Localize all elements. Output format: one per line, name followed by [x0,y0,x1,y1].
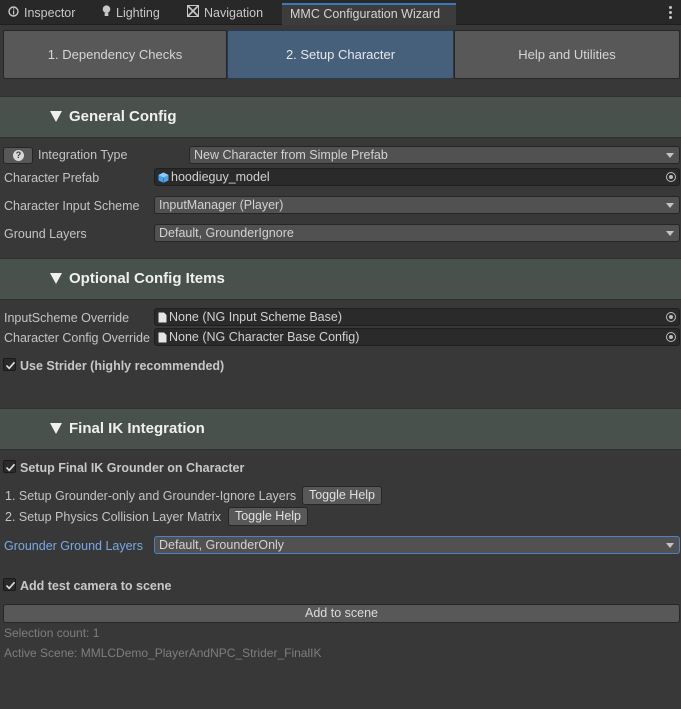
input-scheme-override-field[interactable]: None (NG Input Scheme Base) [154,308,680,326]
tab-lighting[interactable]: Lighting [102,3,160,25]
tab-inspector[interactable]: Inspector [8,3,75,25]
checkmark-icon [5,361,16,370]
character-prefab-label: Character Prefab [4,171,100,185]
step-setup-character-button[interactable]: 2. Setup Character [227,30,454,79]
navigation-icon [187,3,199,24]
tab-navigation[interactable]: Navigation [187,3,263,25]
tab-navigation-label: Navigation [204,6,264,20]
script-file-icon [158,311,167,325]
general-config-title: General Config [69,108,177,125]
checkmark-icon [5,463,16,472]
prefab-cube-icon [158,171,169,185]
more-options-icon[interactable] [667,5,673,19]
window-tab-bar: Inspector Lighting Navigation MMC Config… [0,0,681,25]
foldout-triangle-icon [50,273,62,284]
tab-mmc-wizard-label: MMC Configuration Wizard [290,7,441,21]
collision-matrix-step-label: 2. Setup Physics Collision Layer Matrix [5,510,222,524]
character-config-override-field[interactable]: None (NG Character Base Config) [154,328,680,346]
tab-mmc-wizard[interactable]: MMC Configuration Wizard [282,3,456,25]
input-scheme-value: InputManager (Player) [159,198,284,212]
character-config-override-label: Character Config Override [4,331,150,345]
character-config-override-value: None (NG Character Base Config) [169,330,360,344]
question-icon: ? [13,150,24,161]
toggle-help-label: Toggle Help [308,488,375,502]
step-help-utilities-button[interactable]: Help and Utilities [454,30,680,79]
use-strider-checkbox[interactable] [3,358,16,371]
character-prefab-value: hoodieguy_model [171,170,270,184]
setup-grounder-checkbox[interactable] [3,460,16,473]
grounder-ground-layers-value: Default, GrounderOnly [159,538,285,552]
tab-inspector-label: Inspector [24,6,76,20]
chevron-down-icon [666,203,674,208]
integration-type-value: New Character from Simple Prefab [194,148,388,162]
setup-grounder-label: Setup Final IK Grounder on Character [20,461,245,475]
character-prefab-field[interactable]: hoodieguy_model [154,168,680,186]
toggle-help-label: Toggle Help [234,509,301,523]
chevron-down-icon [666,153,674,158]
object-picker-icon[interactable] [666,332,676,342]
tab-lighting-label: Lighting [116,6,160,20]
step-dependency-checks-label: 1. Dependency Checks [47,47,183,62]
ground-layers-value: Default, GrounderIgnore [159,226,294,240]
chevron-down-icon [666,231,674,236]
toggle-help-button-2[interactable]: Toggle Help [228,507,308,526]
script-file-icon [158,331,167,345]
add-to-scene-label: Add to scene [305,606,378,620]
input-scheme-override-value: None (NG Input Scheme Base) [169,310,342,324]
ground-layers-label: Ground Layers [4,227,87,241]
checkmark-icon [5,581,16,590]
object-picker-icon[interactable] [666,172,676,182]
optional-config-title: Optional Config Items [69,270,225,287]
grounder-ground-layers-label: Grounder Ground Layers [4,539,143,553]
object-picker-icon[interactable] [666,312,676,322]
input-scheme-dropdown[interactable]: InputManager (Player) [154,196,680,214]
step-dependency-checks-button[interactable]: 1. Dependency Checks [3,30,227,79]
integration-type-label: Integration Type [38,148,128,162]
input-scheme-override-label: InputScheme Override [4,311,130,325]
add-camera-label: Add test camera to scene [20,579,172,593]
chevron-down-icon [666,543,674,548]
input-scheme-label: Character Input Scheme [4,199,140,213]
active-scene-text: Active Scene: MMLCDemo_PlayerAndNPC_Stri… [4,646,322,660]
ground-layers-dropdown[interactable]: Default, GrounderIgnore [154,224,680,242]
final-ik-header[interactable]: Final IK Integration [0,408,681,450]
general-config-header[interactable]: General Config [0,96,681,138]
foldout-triangle-icon [50,111,62,122]
add-to-scene-button[interactable]: Add to scene [3,604,680,623]
step-help-utilities-label: Help and Utilities [518,47,616,62]
integration-type-dropdown[interactable]: New Character from Simple Prefab [189,146,680,164]
final-ik-title: Final IK Integration [69,420,205,437]
integration-help-button[interactable]: ? [3,147,33,164]
step-setup-character-label: 2. Setup Character [285,47,396,62]
use-strider-label: Use Strider (highly recommended) [20,359,225,373]
inspector-icon [8,3,19,24]
toggle-help-button-1[interactable]: Toggle Help [302,486,382,505]
add-camera-checkbox[interactable] [3,578,16,591]
foldout-triangle-icon [50,423,62,434]
grounder-ground-layers-dropdown[interactable]: Default, GrounderOnly [154,536,680,554]
optional-config-header[interactable]: Optional Config Items [0,258,681,300]
selection-count-text: Selection count: 1 [4,626,100,640]
lightbulb-icon [102,3,111,24]
grounder-layers-step-label: 1. Setup Grounder-only and Grounder-Igno… [5,489,297,503]
